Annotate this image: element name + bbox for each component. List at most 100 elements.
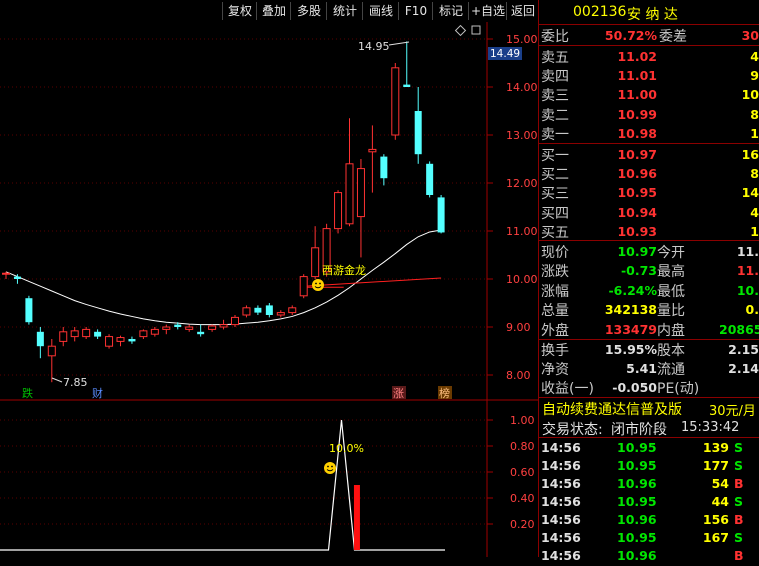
- event-marker-finance[interactable]: 财: [92, 386, 103, 400]
- candle-body: [345, 163, 354, 225]
- event-marker-list[interactable]: 榜: [439, 386, 450, 400]
- buy-level-row[interactable]: 买三 10.95 14: [539, 183, 759, 202]
- order-volume: 1: [750, 223, 759, 239]
- sell-level-row[interactable]: 卖一 10.98 1: [539, 124, 759, 143]
- overlay-button[interactable]: 叠加: [256, 2, 291, 20]
- stat-value: 11.: [736, 244, 759, 259]
- quote-panel: 002136 安 纳 达 委比 50.72% 委差 30 卖五 11.02 4 卖四 1…: [538, 0, 759, 563]
- price-tick-label: 9.00: [506, 321, 531, 334]
- tick-row[interactable]: 14:56 10.95 139 S: [539, 440, 759, 458]
- candle-body: [116, 337, 125, 342]
- candle-body: [208, 325, 217, 330]
- statistics-button[interactable]: 统计: [326, 2, 363, 20]
- tick-price: 10.95: [617, 458, 657, 473]
- order-level-label: 卖三: [541, 88, 569, 105]
- buy-level-row[interactable]: 买四 10.94 4: [539, 203, 759, 222]
- stat-value: 10.97: [617, 244, 657, 259]
- trade-status-value: 闭市阶段: [611, 422, 667, 438]
- tick-time: 14:56: [541, 512, 581, 527]
- stat-value: 2.14: [728, 361, 759, 377]
- back-button[interactable]: 返回: [506, 2, 539, 20]
- buy-level-row[interactable]: 买二 10.96 8: [539, 164, 759, 183]
- draw-line-button[interactable]: 画线: [362, 2, 399, 20]
- order-volume: 8: [750, 106, 759, 122]
- tick-time: 14:56: [541, 494, 581, 509]
- order-volume: 1: [750, 125, 759, 141]
- candle-body: [311, 247, 320, 278]
- indicator-bar: [353, 485, 360, 550]
- stock-code: 002136: [573, 4, 627, 20]
- tick-time: 14:56: [541, 458, 581, 473]
- order-ratio-row: 委比 50.72% 委差 30: [539, 25, 759, 45]
- event-marker-fall[interactable]: 跌: [22, 386, 33, 400]
- sell-level-row[interactable]: 卖四 11.01 9: [539, 66, 759, 85]
- tick-side: B: [734, 512, 744, 527]
- buy-level-row[interactable]: 买一 10.97 16: [539, 145, 759, 164]
- order-price: 11.00: [617, 87, 657, 103]
- window-toggle-icon[interactable]: [471, 25, 481, 35]
- tick-price: 10.96: [617, 476, 657, 491]
- candle-body: [174, 324, 182, 327]
- order-volume: 4: [750, 204, 759, 220]
- stat-label: PE(动): [657, 381, 700, 398]
- candle-body: [414, 111, 422, 155]
- stat-label: 收益(一): [541, 381, 594, 398]
- stat-label: 涨跌: [541, 264, 569, 281]
- tick-price: 10.95: [617, 530, 657, 545]
- trade-status-time: 15:33:42: [681, 420, 740, 435]
- order-volume: 14: [741, 185, 759, 201]
- stat-value: 2.15: [728, 342, 759, 357]
- tick-row[interactable]: 14:56 10.95 177 S: [539, 458, 759, 476]
- stat-value: 5.41: [626, 361, 657, 377]
- subscription-ad[interactable]: 自动续费通达信普及版 30元/月: [539, 398, 759, 419]
- stat-value: -0.73: [620, 263, 657, 279]
- ad-text[interactable]: 自动续费通达信普及版: [542, 399, 682, 419]
- fundamental-row: 换手 15.95% 股本 2.15: [539, 340, 759, 359]
- multi-stock-button[interactable]: 多股: [290, 2, 327, 20]
- order-level-label: 买五: [541, 224, 569, 241]
- tick-time: 14:56: [541, 530, 581, 545]
- order-level-label: 买三: [541, 186, 569, 203]
- stat-label: 换手: [541, 343, 569, 359]
- price-tick-label: 11.00: [506, 225, 538, 238]
- candle-body: [254, 307, 262, 313]
- order-level-label: 卖四: [541, 69, 569, 86]
- candle-body: [59, 331, 68, 342]
- stat-label: 外盘: [541, 322, 569, 339]
- f10-button[interactable]: F10: [398, 2, 433, 20]
- tick-row[interactable]: 14:56 10.96 54 B: [539, 476, 759, 494]
- diamond-icon[interactable]: [454, 24, 467, 37]
- stock-header: 002136 安 纳 达: [539, 0, 759, 24]
- order-ratio-value: 50.72%: [604, 28, 657, 43]
- ad-price[interactable]: 30元/月: [709, 400, 756, 419]
- add-watchlist-button[interactable]: +自选: [468, 2, 507, 20]
- order-price: 10.97: [617, 147, 657, 162]
- tick-row[interactable]: 14:56 10.95 44 S: [539, 494, 759, 512]
- stat-label: 今开: [657, 245, 685, 261]
- stat-value: 0.: [745, 302, 759, 318]
- tick-time: 14:56: [541, 440, 581, 455]
- buy-level-row[interactable]: 买五 10.93 1: [539, 222, 759, 241]
- tick-row[interactable]: 14:56 10.96 B: [539, 548, 759, 566]
- kline-chart-area[interactable]: 15.00 14.00 13.00 12.00 11.00 10.00 9.00 8.00 1.…: [0, 22, 538, 557]
- ma-line: [5, 229, 442, 326]
- event-marker-rise[interactable]: 涨: [393, 387, 404, 400]
- sell-level-row[interactable]: 卖三 11.00 10: [539, 85, 759, 104]
- indicator-value-label: 10.0%: [329, 442, 364, 455]
- stock-name: 安 纳 达: [627, 7, 678, 23]
- current-price-tag: 14.49: [490, 48, 520, 60]
- tick-volume: 167: [702, 530, 729, 545]
- candle-body: [368, 148, 377, 153]
- stat-row: 现价 10.97 今开 11.: [539, 242, 759, 261]
- order-volume: 4: [750, 49, 759, 64]
- order-price: 10.94: [617, 204, 657, 220]
- tick-row[interactable]: 14:56 10.95 167 S: [539, 530, 759, 548]
- mark-button[interactable]: 标记: [432, 2, 469, 20]
- candle-body: [105, 336, 114, 347]
- tick-row[interactable]: 14:56 10.96 156 B: [539, 512, 759, 530]
- stat-value: 342138: [604, 302, 657, 318]
- sell-level-row[interactable]: 卖二 10.99 8: [539, 105, 759, 124]
- restore-rights-button[interactable]: 复权: [222, 2, 257, 20]
- sell-level-row[interactable]: 卖五 11.02 4: [539, 47, 759, 66]
- kline-chart[interactable]: 15.00 14.00 13.00 12.00 11.00 10.00 9.00 8.00 1.…: [0, 22, 538, 557]
